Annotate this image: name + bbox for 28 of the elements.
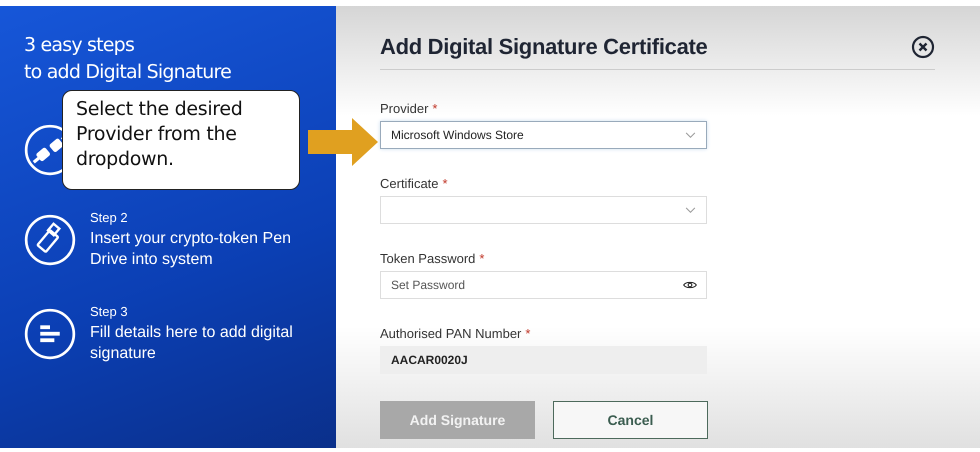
field-label: Certificate — [380, 176, 439, 191]
field-label: Authorised PAN Number — [380, 326, 522, 341]
chevron-down-icon[interactable] — [685, 206, 696, 214]
readonly-field: AACAR0020J — [380, 346, 707, 374]
chevron-down-icon[interactable] — [685, 132, 696, 138]
dropdown-field[interactable] — [380, 196, 707, 224]
required-mark: * — [479, 251, 484, 266]
step-label: Step 3 — [90, 304, 129, 319]
dialog-title: Add Digital Signature Certificate — [380, 34, 708, 60]
cancel-button[interactable]: Cancel — [553, 401, 708, 439]
step-description: Fill details here to add digital signature — [90, 323, 294, 364]
required-mark: * — [432, 101, 438, 116]
field-label: Provider — [380, 101, 428, 116]
step-label: Step 2 — [90, 210, 129, 225]
sidebar-title: to add Digital Signature — [24, 60, 232, 85]
password-field[interactable]: Set Password — [380, 271, 707, 299]
field-label: Token Password — [380, 251, 476, 266]
step-description: Insert your crypto-token Pen Drive into system — [90, 229, 292, 270]
pointer-arrow — [308, 118, 378, 166]
required-mark: * — [525, 326, 530, 341]
close-icon[interactable] — [911, 35, 935, 59]
callout-text: Select the desired Provider from the dropdown. — [62, 90, 300, 190]
dropdown-field[interactable]: Microsoft Windows Store — [380, 121, 707, 149]
eye-icon[interactable] — [683, 280, 697, 290]
usb-drive-icon — [24, 214, 76, 266]
sidebar-title: 3 easy steps — [24, 33, 136, 58]
required-mark: * — [442, 176, 448, 191]
form-lines-icon — [24, 308, 76, 360]
